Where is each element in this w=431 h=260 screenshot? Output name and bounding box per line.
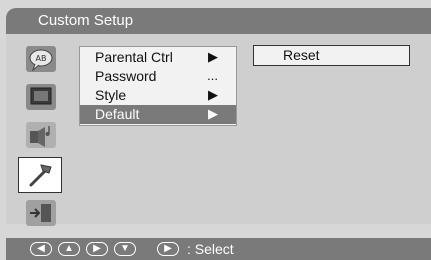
right-arrow-icon: ▶ — [86, 242, 108, 256]
play-icon: ▶ — [157, 242, 179, 256]
down-arrow-icon: ▼ — [114, 242, 136, 256]
svg-text:AB: AB — [36, 54, 47, 63]
submenu-label: Reset — [283, 47, 320, 63]
menu-item-parental-ctrl[interactable]: Parental Ctrl ▶ — [80, 48, 236, 67]
title-bar: Custom Setup — [6, 8, 431, 34]
menu-item-default[interactable]: Default ▶ — [80, 105, 236, 124]
left-arrow-icon: ◀ — [30, 242, 52, 256]
menu-item-password[interactable]: Password ... — [80, 67, 236, 86]
category-icons: AB — [18, 44, 68, 226]
speaker-music-icon[interactable] — [22, 120, 60, 150]
setup-screen: Custom Setup AB Parental Ctrl ▶ Password… — [0, 0, 431, 260]
menu-item-label: Style — [95, 87, 127, 103]
menu-item-label: Password — [95, 68, 157, 84]
chevron-right-icon: ▶ — [208, 87, 218, 102]
menu-item-label: Default — [95, 106, 140, 122]
ellipsis-icon: ... — [207, 68, 218, 83]
speech-bubble-icon[interactable]: AB — [22, 44, 60, 74]
up-arrow-icon: ▲ — [58, 242, 80, 256]
tv-icon[interactable] — [22, 82, 60, 112]
page-title: Custom Setup — [38, 12, 134, 29]
menu-item-label: Parental Ctrl — [95, 49, 173, 65]
setup-menu: Parental Ctrl ▶ Password ... Style ▶ Def… — [79, 46, 237, 126]
menu-item-style[interactable]: Style ▶ — [80, 86, 236, 105]
exit-icon[interactable] — [22, 198, 60, 228]
help-bar: ◀ ▲ ▶ ▼ ▶ : Select — [6, 238, 431, 260]
hammer-icon[interactable] — [18, 157, 62, 193]
chevron-right-icon: ▶ — [208, 106, 218, 121]
submenu-reset[interactable]: Reset — [253, 45, 410, 66]
chevron-right-icon: ▶ — [208, 49, 218, 64]
help-text: : Select — [187, 241, 234, 257]
